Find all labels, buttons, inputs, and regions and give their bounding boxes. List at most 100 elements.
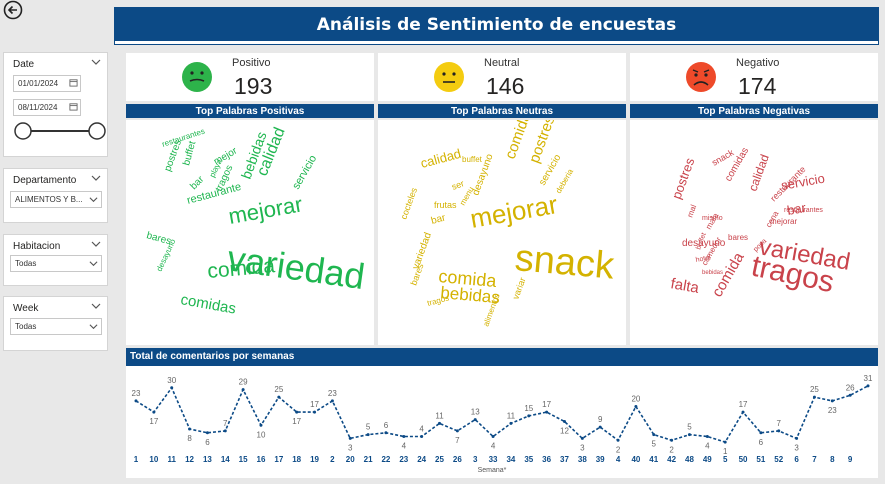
data-point[interactable] xyxy=(277,395,281,399)
data-point[interactable] xyxy=(598,425,602,429)
wordcloud-word[interactable]: variar xyxy=(510,276,527,301)
wordcloud-word[interactable]: bar xyxy=(786,200,808,218)
wordcloud-word[interactable]: snack xyxy=(513,237,617,288)
wordcloud-word[interactable]: ser xyxy=(450,178,465,192)
data-point[interactable] xyxy=(241,388,245,392)
data-point[interactable] xyxy=(670,438,674,442)
wordcloud-word[interactable]: cocteles xyxy=(398,186,419,221)
data-label: 9 xyxy=(598,415,603,424)
back-arrow-icon[interactable] xyxy=(3,0,23,20)
x-tick-label: 9 xyxy=(848,455,853,464)
data-point[interactable] xyxy=(152,410,156,414)
data-point[interactable] xyxy=(491,435,495,438)
calendar-icon[interactable] xyxy=(69,102,78,111)
data-label: 12 xyxy=(560,427,569,436)
wordcloud-word[interactable]: mejorar xyxy=(468,189,560,234)
wordcloud-word[interactable]: postres xyxy=(669,155,698,201)
data-point[interactable] xyxy=(616,438,620,442)
data-label: 5 xyxy=(366,423,371,432)
data-point[interactable] xyxy=(384,431,388,435)
data-point[interactable] xyxy=(705,435,709,438)
slider-start-handle[interactable] xyxy=(14,122,32,140)
data-point[interactable] xyxy=(330,399,334,403)
data-label: 20 xyxy=(631,395,640,404)
data-point[interactable] xyxy=(438,421,442,425)
departamento-slicer: Departamento ALIMENTOS Y B... xyxy=(3,168,108,223)
data-point[interactable] xyxy=(348,436,352,440)
data-point[interactable] xyxy=(402,435,406,438)
data-point[interactable] xyxy=(205,431,209,435)
wordcloud-word[interactable]: falta xyxy=(669,275,701,297)
wordcloud-word[interactable]: calidad xyxy=(746,153,772,194)
kpi-label: Neutral xyxy=(484,57,520,69)
wordcloud-word[interactable]: bar xyxy=(430,212,447,227)
wordcloud-word[interactable]: frutas xyxy=(434,200,457,210)
chevron-down-icon[interactable] xyxy=(91,239,101,249)
data-point[interactable] xyxy=(580,436,584,440)
data-point[interactable] xyxy=(366,433,370,437)
data-point[interactable] xyxy=(295,410,299,414)
chevron-down-icon[interactable] xyxy=(91,301,101,311)
data-point[interactable] xyxy=(509,421,513,425)
data-point[interactable] xyxy=(723,440,727,444)
data-point[interactable] xyxy=(830,399,834,403)
wordcloud-word[interactable]: bares xyxy=(728,233,748,242)
x-tick-label: 49 xyxy=(703,455,712,464)
slider-end-handle[interactable] xyxy=(88,122,106,140)
data-point[interactable] xyxy=(545,410,549,414)
x-tick-label: 48 xyxy=(685,455,694,464)
data-point[interactable] xyxy=(687,433,691,437)
data-point[interactable] xyxy=(420,435,424,438)
chevron-down-icon[interactable] xyxy=(91,57,101,67)
data-point[interactable] xyxy=(759,431,763,435)
habitacion-dropdown[interactable]: Todas xyxy=(10,255,102,272)
panel-title: Top Palabras Neutras xyxy=(378,104,626,120)
data-point[interactable] xyxy=(259,423,263,427)
data-point[interactable] xyxy=(223,429,227,433)
data-label: 11 xyxy=(507,411,516,420)
chevron-down-icon[interactable] xyxy=(89,259,98,268)
wordcloud-word[interactable]: tragos xyxy=(426,293,450,307)
data-point[interactable] xyxy=(473,418,477,422)
wordcloud-word[interactable]: mal xyxy=(685,203,698,218)
wordcloud-word[interactable]: comidas xyxy=(179,291,237,317)
departamento-dropdown[interactable]: ALIMENTOS Y B... xyxy=(10,191,102,208)
data-point[interactable] xyxy=(848,393,852,397)
wordcloud-word[interactable]: bar xyxy=(188,174,206,192)
x-tick-label: 36 xyxy=(542,455,551,464)
data-point[interactable] xyxy=(455,429,459,433)
chevron-down-icon[interactable] xyxy=(89,195,98,204)
data-point[interactable] xyxy=(812,395,816,399)
chevron-down-icon[interactable] xyxy=(89,322,98,331)
data-point[interactable] xyxy=(634,405,638,408)
data-point[interactable] xyxy=(527,414,531,418)
wordcloud-word[interactable]: servicio xyxy=(290,153,319,191)
date-range-slider[interactable] xyxy=(12,120,108,142)
wordcloud-word[interactable]: buffet xyxy=(181,140,198,167)
data-point[interactable] xyxy=(777,429,781,433)
data-point[interactable] xyxy=(795,436,799,440)
wordcloud-word[interactable]: deberia xyxy=(554,167,575,195)
data-point[interactable] xyxy=(866,384,870,388)
data-label: 7 xyxy=(777,419,782,428)
data-point[interactable] xyxy=(652,433,656,437)
end-date-input[interactable]: 08/11/2024 xyxy=(13,99,81,116)
data-point[interactable] xyxy=(562,420,566,423)
data-point[interactable] xyxy=(741,410,745,414)
start-date-input[interactable]: 01/01/2024 xyxy=(13,75,81,92)
data-point[interactable] xyxy=(170,386,174,390)
wordcloud-word[interactable]: mejorar xyxy=(227,191,305,229)
series-line xyxy=(135,385,869,444)
data-point[interactable] xyxy=(313,410,317,414)
chevron-down-icon[interactable] xyxy=(91,173,101,183)
data-label: 31 xyxy=(864,374,873,383)
wordcloud-word[interactable]: calidad xyxy=(419,146,463,171)
data-label: 23 xyxy=(328,389,337,398)
calendar-icon[interactable] xyxy=(69,78,78,87)
wordcloud-word[interactable]: restaurantes xyxy=(161,127,206,149)
data-point[interactable] xyxy=(188,427,192,431)
week-dropdown[interactable]: Todas xyxy=(10,318,102,335)
data-point[interactable] xyxy=(134,399,138,403)
wordcloud-word[interactable]: buffet xyxy=(462,155,483,164)
x-tick-label: 7 xyxy=(812,455,817,464)
